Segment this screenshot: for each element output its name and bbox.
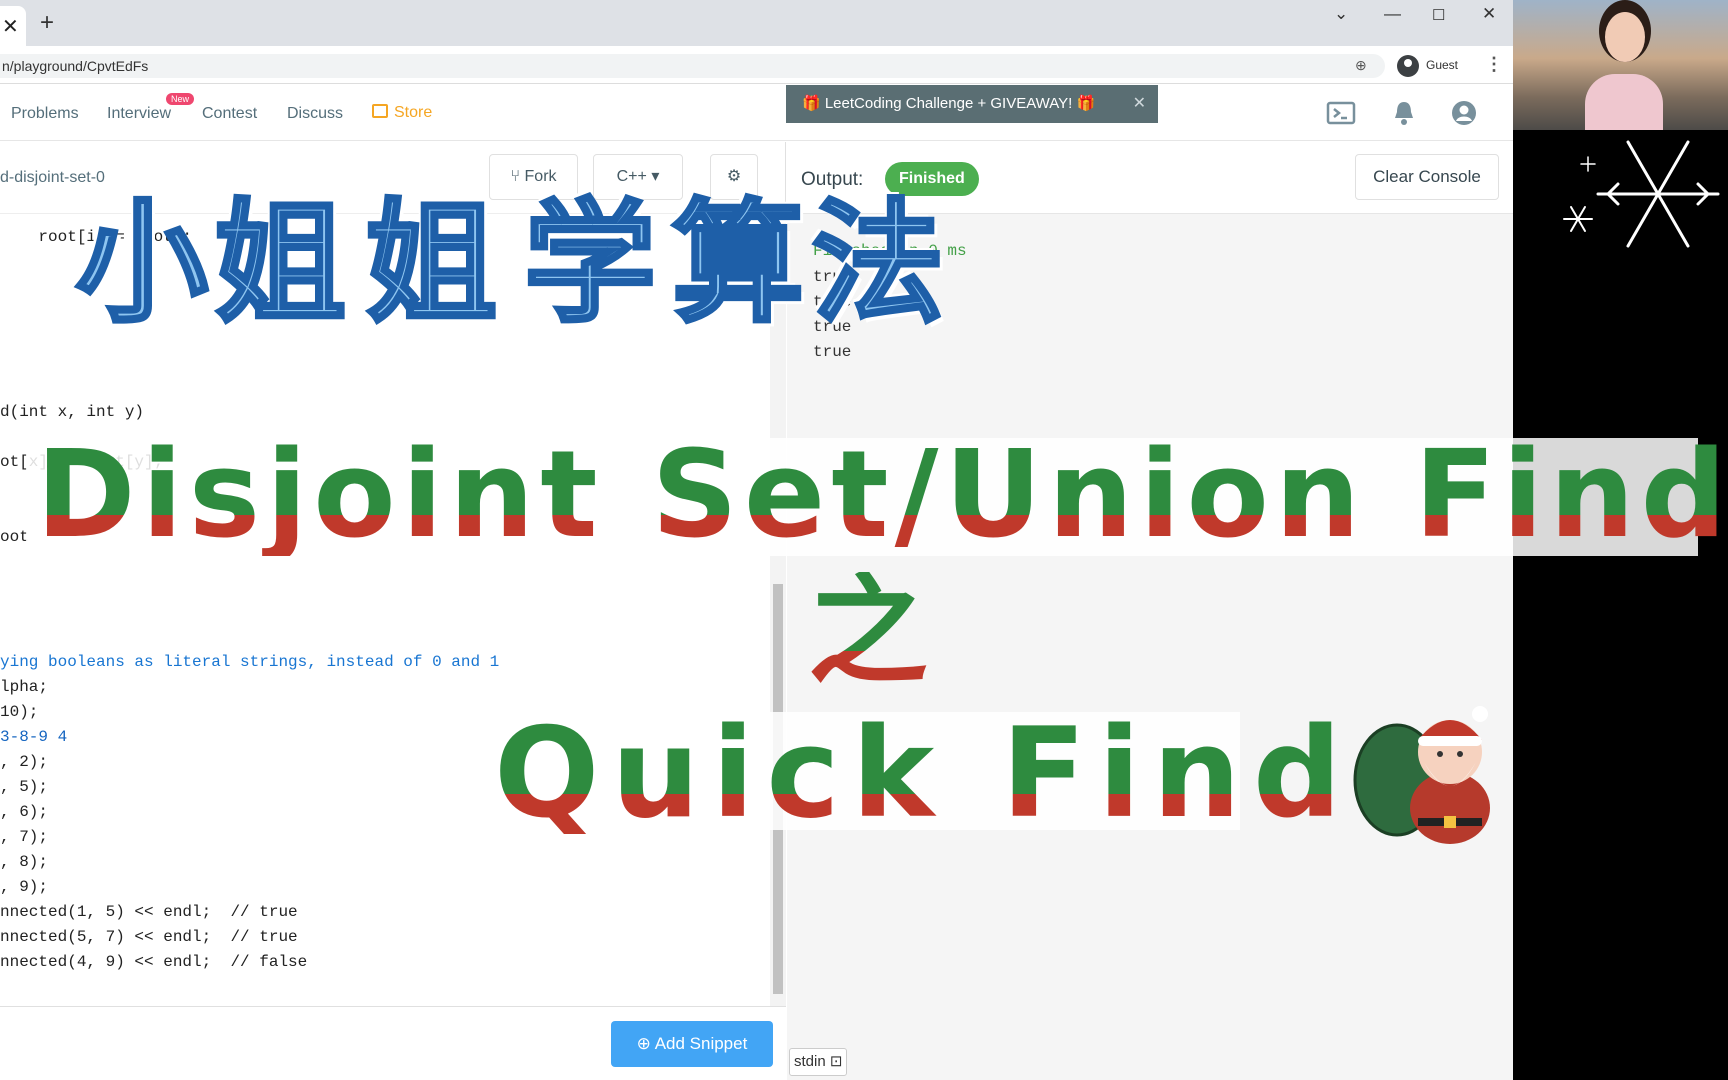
new-badge: New	[166, 93, 195, 105]
browser-tab[interactable]: ✕	[0, 6, 26, 46]
maximize-icon[interactable]: ☐	[1432, 6, 1445, 24]
banner-text: 🎁 LeetCoding Challenge + GIVEAWAY! 🎁	[802, 95, 1096, 112]
tab-strip: ✕ + ⌄ — ☐ ✕	[0, 0, 1513, 46]
code-line: nnected(1, 5) << endl; // true	[0, 903, 298, 921]
code-line: lpha;	[0, 678, 49, 696]
add-snippet-button[interactable]: ⊕ Add Snippet	[611, 1021, 773, 1067]
code-line: ying booleans as literal strings, instea…	[0, 653, 500, 671]
account-icon[interactable]	[1451, 100, 1477, 126]
santa-sticker	[1353, 706, 1490, 844]
editor-footer: ⊕ Add Snippet	[0, 1006, 786, 1080]
guest-label: Guest	[1426, 58, 1459, 72]
title-char: 法	[810, 187, 946, 341]
profile-button[interactable]: Guest	[1393, 52, 1470, 80]
fork-icon: ⑂	[510, 168, 525, 185]
nav-interview[interactable]: Interview	[107, 105, 171, 123]
minimize-icon[interactable]: —	[1384, 4, 1401, 24]
title-char: 姐	[363, 187, 499, 341]
fork-label: Fork	[524, 168, 557, 185]
url-field[interactable]: n/playground/CpvtEdFs	[0, 54, 1385, 78]
presenter-body	[1585, 74, 1663, 130]
code-line: nnected(4, 9) << endl; // false	[0, 953, 308, 971]
code-line: d(int x, int y)	[0, 403, 145, 421]
title-line-2: 之	[808, 562, 938, 701]
language-label: C++	[616, 168, 647, 185]
title-char: 小	[74, 187, 210, 341]
title-char: 算	[670, 187, 806, 341]
address-bar: n/playground/CpvtEdFs ⊕ Guest ⋮	[0, 46, 1513, 84]
close-window-icon[interactable]: ✕	[1482, 4, 1496, 24]
zoom-icon[interactable]: ⊕	[1355, 57, 1367, 74]
code-line: 3-8-9 4	[0, 728, 68, 746]
code-line: , 7);	[0, 828, 49, 846]
close-tab-icon[interactable]: ✕	[2, 14, 19, 39]
add-snippet-label: Add Snippet	[654, 1034, 748, 1053]
presenter-head	[1605, 12, 1645, 62]
nav-store[interactable]: Store	[372, 104, 432, 122]
playground-icon[interactable]	[1326, 100, 1356, 126]
tab-search-icon[interactable]: ⌄	[1334, 4, 1348, 24]
stdin-toggle[interactable]: stdin ⊡	[789, 1048, 848, 1076]
nav-discuss[interactable]: Discuss	[287, 105, 343, 123]
code-line: oot	[0, 528, 29, 546]
new-tab-icon[interactable]: +	[40, 9, 54, 37]
snowflake-icon	[1563, 140, 1720, 248]
title-char: 姐	[212, 187, 348, 341]
chevron-down-icon: ▾	[651, 168, 660, 185]
code-line: , 2);	[0, 753, 49, 771]
nav-problems[interactable]: Problems	[11, 105, 79, 123]
giveaway-banner[interactable]: 🎁 LeetCoding Challenge + GIVEAWAY! 🎁 ✕	[786, 85, 1158, 123]
guest-avatar-icon	[1397, 55, 1419, 77]
webcam-feed	[1513, 0, 1728, 130]
code-line: 10);	[0, 703, 39, 721]
output-line: true	[813, 343, 852, 361]
presenter-image	[1585, 12, 1663, 130]
banner-close-icon[interactable]: ✕	[1133, 85, 1146, 123]
store-label: Store	[394, 104, 433, 121]
title-line-3: Quick Find	[494, 702, 1354, 846]
gear-icon: ⚙	[726, 168, 742, 185]
code-line: nnected(5, 7) << endl; // true	[0, 928, 298, 946]
bell-icon[interactable]	[1392, 100, 1416, 126]
title-char: 学	[522, 187, 658, 341]
site-nav: Problems Interview New Contest Discuss S…	[0, 85, 1513, 141]
playground-title[interactable]: d-disjoint-set-0	[0, 169, 105, 187]
browser-menu-icon[interactable]: ⋮	[1485, 54, 1503, 75]
clear-console-button[interactable]: Clear Console	[1355, 154, 1499, 200]
store-icon	[372, 104, 388, 118]
stdin-label: stdin	[794, 1053, 826, 1070]
add-icon: ⊕	[636, 1034, 655, 1053]
code-line: , 9);	[0, 878, 49, 896]
nav-contest[interactable]: Contest	[202, 105, 257, 123]
code-line: , 8);	[0, 853, 49, 871]
code-line: , 6);	[0, 803, 49, 821]
code-line: , 5);	[0, 778, 49, 796]
title-line-1: Disjoint Set/Union Find	[36, 436, 1728, 556]
